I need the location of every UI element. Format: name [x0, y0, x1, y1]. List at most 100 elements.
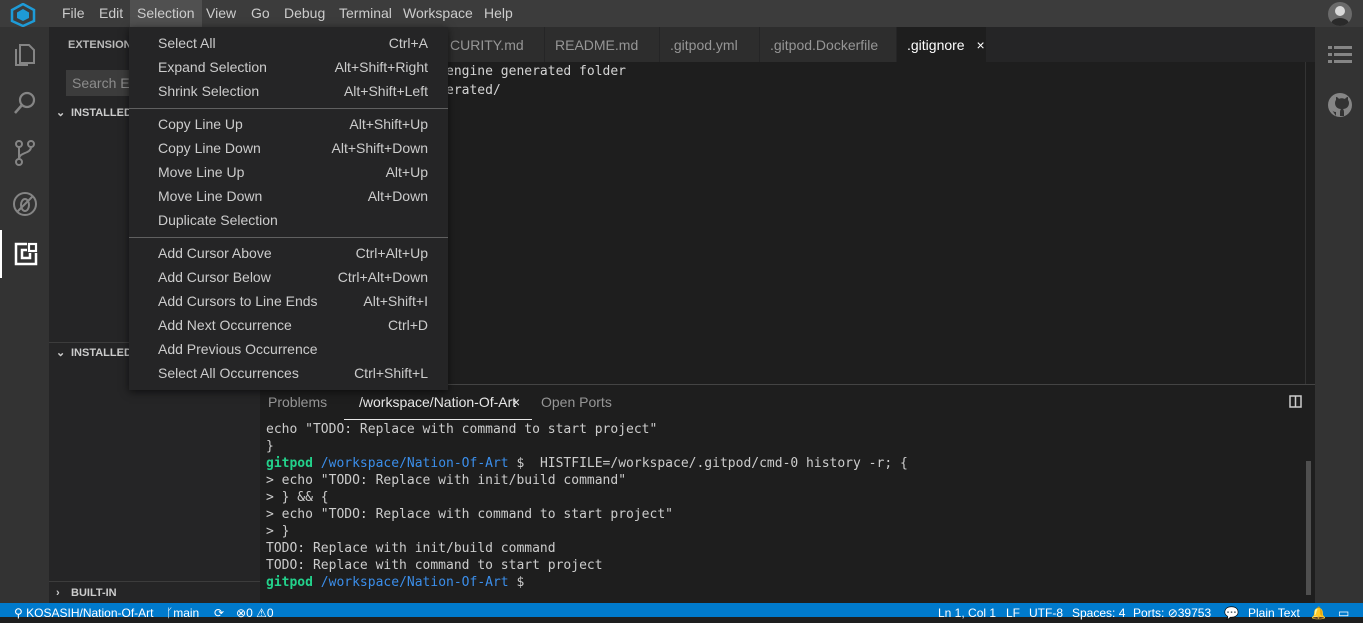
explorer-icon[interactable]: [0, 31, 49, 79]
chevron-down-icon: ⌄: [56, 347, 66, 359]
terminal-line: TODO: Replace with init/build command: [266, 541, 556, 556]
terminal-line: > }: [266, 524, 290, 539]
menu-file[interactable]: File: [55, 0, 92, 27]
menu-view[interactable]: View: [199, 0, 243, 27]
section-built-in[interactable]: › BUILT-IN: [49, 582, 260, 604]
branch-status[interactable]: ᚴmain: [166, 603, 199, 620]
menu-item-add-next-occurrence[interactable]: Add Next Occurrence Ctrl+D: [129, 313, 448, 337]
search-icon[interactable]: [0, 79, 49, 127]
menu-debug[interactable]: Debug: [277, 0, 332, 27]
menu-item-shortcut: Alt+Shift+Left: [343, 83, 428, 99]
menu-item-add-cursors-line-ends[interactable]: Add Cursors to Line Ends Alt+Shift+I: [129, 289, 448, 313]
menu-item-label: Add Cursor Below: [158, 269, 271, 285]
user-avatar[interactable]: [1328, 2, 1352, 26]
tab-gitpod-dockerfile[interactable]: .gitpod.Dockerfile: [760, 27, 897, 62]
repo-status[interactable]: ⚲ KOSASIH/Nation-Of-Art: [14, 603, 154, 620]
menu-item-label: Copy Line Down: [158, 140, 261, 156]
repo-label: KOSASIH/Nation-Of-Art: [26, 606, 154, 620]
menu-item-move-line-down[interactable]: Move Line Down Alt+Down: [129, 184, 448, 208]
tab-gitignore[interactable]: .gitignore ×: [897, 27, 987, 62]
selection-menu: Select All Ctrl+A Expand Selection Alt+Shi…: [129, 27, 448, 390]
menu-go[interactable]: Go: [244, 0, 277, 27]
tab-label: README.md: [555, 37, 639, 53]
menu-item-copy-line-down[interactable]: Copy Line Down Alt+Shift+Down: [129, 136, 448, 160]
menu-item-expand-selection[interactable]: Expand Selection Alt+Shift+Right: [129, 55, 448, 79]
menu-item-duplicate-selection[interactable]: Duplicate Selection: [129, 208, 448, 232]
menu-item-label: Duplicate Selection: [158, 212, 278, 228]
menu-item-label: Add Cursor Above: [158, 245, 272, 261]
tab-terminal-active[interactable]: /workspace/Nation-Of-Art ×: [344, 385, 532, 420]
terminal-line: }: [266, 439, 274, 454]
error-count: 0: [246, 606, 253, 620]
menu-item-move-line-up[interactable]: Move Line Up Alt+Up: [129, 160, 448, 184]
editor-scroll-ruler: [1305, 62, 1306, 384]
encoding-status[interactable]: UTF-8: [1029, 603, 1063, 620]
menu-help[interactable]: Help: [477, 0, 520, 27]
eol-status[interactable]: LF: [1006, 603, 1020, 620]
github-icon[interactable]: [1315, 81, 1363, 129]
split-terminal-icon[interactable]: [1289, 395, 1302, 408]
menu-item-copy-line-up[interactable]: Copy Line Up Alt+Shift+Up: [129, 112, 448, 136]
gitpod-logo-icon: [10, 3, 36, 27]
extensions-icon[interactable]: [0, 230, 49, 278]
menu-item-label: Move Line Up: [158, 164, 245, 180]
menu-item-shortcut: Ctrl+D: [387, 317, 428, 333]
indentation-status[interactable]: Spaces: 4: [1072, 603, 1125, 620]
prompt-path: /workspace/Nation-Of-Art: [320, 575, 509, 590]
sync-icon[interactable]: ⟳: [214, 603, 224, 620]
source-control-icon[interactable]: [0, 129, 49, 177]
language-mode[interactable]: Plain Text: [1248, 603, 1300, 620]
menu-item-shortcut: Ctrl+Shift+L: [354, 365, 428, 381]
debug-icon[interactable]: [0, 180, 49, 228]
problems-status[interactable]: ⊗0 ⚠0: [236, 603, 274, 620]
tab-readme-md[interactable]: README.md: [545, 27, 660, 62]
close-icon[interactable]: ×: [976, 37, 984, 53]
menu-item-shrink-selection[interactable]: Shrink Selection Alt+Shift+Left: [129, 79, 448, 103]
menu-item-label: Move Line Down: [158, 188, 263, 204]
cursor-position[interactable]: Ln 1, Col 1: [938, 603, 996, 620]
tab-label: .gitignore: [907, 37, 965, 53]
title-bar: File Edit Selection View Go Debug Termin…: [0, 0, 1363, 27]
tab-problems[interactable]: Problems: [268, 385, 327, 419]
menu-item-add-previous-occurrence[interactable]: Add Previous Occurrence: [129, 337, 448, 361]
menu-item-add-cursor-below[interactable]: Add Cursor Below Ctrl+Alt+Down: [129, 265, 448, 289]
outline-list-icon[interactable]: [1315, 31, 1363, 79]
menu-item-label: Select All Occurrences: [158, 365, 299, 381]
sidebar-title: EXTENSION: [68, 39, 132, 51]
menu-item-shortcut: Alt+Down: [367, 188, 428, 204]
prompt-command: $ HISTFILE=/workspace/.gitpod/cmd-0 hist…: [508, 456, 908, 471]
menu-item-add-cursor-above[interactable]: Add Cursor Above Ctrl+Alt+Up: [129, 241, 448, 265]
right-activity-bar: [1315, 27, 1363, 603]
tab-label: CURITY.md: [450, 37, 524, 53]
status-bar: ⚲ KOSASIH/Nation-Of-Art ᚴmain ⟳ ⊗0 ⚠0 Ln…: [0, 603, 1363, 620]
editor-line-2: erated/: [446, 83, 501, 98]
close-icon[interactable]: ×: [512, 385, 520, 419]
notifications-icon[interactable]: 🔔: [1311, 603, 1326, 620]
menu-item-shortcut: Alt+Shift+Up: [349, 116, 428, 132]
feedback-icon[interactable]: 💬: [1224, 603, 1239, 620]
terminal-scrollbar[interactable]: [1306, 461, 1311, 595]
menu-edit[interactable]: Edit: [92, 0, 130, 27]
menu-selection[interactable]: Selection: [130, 0, 202, 27]
menu-item-select-all[interactable]: Select All Ctrl+A: [129, 31, 448, 55]
menu-item-label: Copy Line Up: [158, 116, 243, 132]
menu-workspace[interactable]: Workspace: [396, 0, 480, 27]
menu-terminal[interactable]: Terminal: [332, 0, 399, 27]
error-icon: ⊗: [236, 606, 247, 620]
terminal-output[interactable]: echo "TODO: Replace with command to star…: [266, 421, 908, 591]
menu-item-shortcut: Ctrl+Alt+Down: [337, 269, 428, 285]
tab-open-ports[interactable]: Open Ports: [541, 385, 612, 419]
menu-item-shortcut: Alt+Shift+Down: [331, 140, 429, 156]
tab-gitpod-yml[interactable]: .gitpod.yml: [660, 27, 760, 62]
chevron-right-icon: ›: [56, 587, 60, 599]
menu-item-label: Expand Selection: [158, 59, 267, 75]
terminal-line: echo "TODO: Replace with command to star…: [266, 422, 658, 437]
prompt-user: gitpod: [266, 575, 313, 590]
activity-bar: [0, 27, 49, 603]
chevron-down-icon: ⌄: [56, 107, 66, 119]
menu-item-shortcut: Alt+Up: [385, 164, 428, 180]
ports-status[interactable]: Ports: ⊘39753: [1133, 603, 1211, 620]
layout-icon[interactable]: ▭: [1338, 603, 1349, 620]
terminal-line: TODO: Replace with command to start proj…: [266, 558, 603, 573]
menu-item-select-all-occurrences[interactable]: Select All Occurrences Ctrl+Shift+L: [129, 361, 448, 385]
